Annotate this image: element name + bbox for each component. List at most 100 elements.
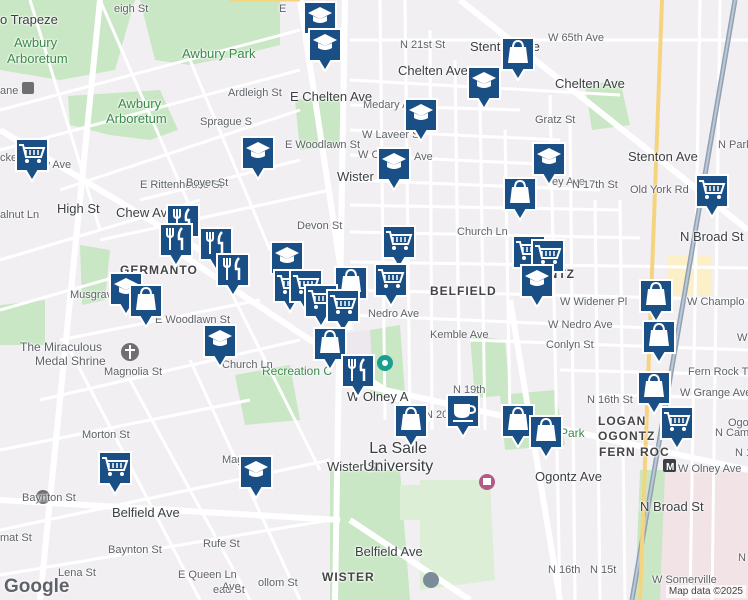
store-marker[interactable] <box>500 36 536 82</box>
university-line2: University <box>363 458 434 475</box>
school-icon <box>520 264 554 309</box>
map-label-awbury-arb-4: Arboretum <box>106 111 167 126</box>
grocery-marker[interactable] <box>14 137 50 183</box>
map-label-ave-1: Ave <box>222 581 241 593</box>
store-icon <box>394 404 428 449</box>
shrine-line1: The Miraculous <box>20 340 103 354</box>
store-icon <box>503 177 537 222</box>
map-label-w-grange: W Grange Ave <box>680 387 748 399</box>
map-label-fern-rock-st: Fern Rock T <box>688 366 748 378</box>
map[interactable]: M o Trapeze Awbury Arboretum Awbury Park Awb… <box>0 0 748 600</box>
grocery-marker[interactable] <box>97 450 133 496</box>
map-label-boyer: Boyer St <box>186 177 229 189</box>
map-label-e-woodlawn: E Woodlawn St <box>285 139 361 151</box>
map-label-bayntn: Baynton St <box>22 492 76 504</box>
map-label-ane: ane <box>0 85 19 97</box>
google-logo: Google <box>4 576 70 597</box>
grocery-marker[interactable] <box>659 405 695 451</box>
map-label-ogontz-lbl: Ogo <box>728 417 748 429</box>
map-label-magnolia: Magnolia St <box>104 366 163 378</box>
shrine-line2: Medal Shrine <box>35 354 106 368</box>
store-marker[interactable] <box>638 278 674 324</box>
map-label-bayntn-2: Baynton St <box>108 544 162 556</box>
restaurant-marker[interactable] <box>158 222 194 268</box>
map-label-wister-nb: WISTER <box>322 570 375 584</box>
school-marker[interactable] <box>238 454 274 500</box>
map-label-kemble: Kemble Ave <box>430 329 489 341</box>
cafe-icon <box>446 394 480 439</box>
map-label-conlyn: Conlyn St <box>546 339 594 351</box>
map-label-old-york: Old York Rd <box>630 184 689 196</box>
store-marker[interactable] <box>393 403 429 449</box>
store-marker[interactable] <box>641 319 677 365</box>
school-marker[interactable] <box>202 323 238 369</box>
map-label-trapeze: o Trapeze <box>0 12 58 27</box>
restaurant-marker[interactable] <box>215 252 251 298</box>
map-label-n-15th: N 15t <box>590 564 617 576</box>
school-marker[interactable] <box>307 27 343 73</box>
school-marker[interactable] <box>376 146 412 192</box>
map-label-elgh: eigh St <box>114 3 149 15</box>
map-label-e-chelten: E Chelten Ave <box>290 89 373 104</box>
map-label-belfield-ave-1: Belfield Ave <box>112 505 180 520</box>
map-label-w-ave-edge: W <box>737 332 748 344</box>
map-label-ogontz-fern: OGONTZ <box>598 429 656 443</box>
map-label-awbury-arb-2: Arboretum <box>7 51 68 66</box>
school-icon <box>377 147 411 192</box>
map-label-mat-st: mat St <box>0 532 32 544</box>
map-label-high-st: High St <box>57 201 100 216</box>
map-label-n-16th-2: N 16th <box>548 564 581 576</box>
restaurant-marker[interactable] <box>340 353 376 399</box>
store-icon <box>642 320 676 365</box>
school-icon <box>239 455 273 500</box>
map-label-belfield-ave-2: Belfield Ave <box>355 544 423 559</box>
restaurant-icon <box>341 354 375 399</box>
shrine-label[interactable]: The Miraculous Medal Shrine <box>20 340 106 368</box>
map-label-walnut: alnut Ln <box>0 209 40 221</box>
store-icon <box>529 415 563 460</box>
map-label-w-nedro: W Nedro Ave <box>548 319 613 331</box>
map-label-stenton-ave-2: Stenton Ave <box>628 149 698 164</box>
grocery-icon <box>374 263 408 308</box>
grocery-marker[interactable] <box>694 173 730 219</box>
map-label-awbury-arb-1: Awbury <box>14 35 58 50</box>
grocery-icon <box>98 451 132 496</box>
map-label-sprague: Sprague S <box>200 116 252 128</box>
school-icon <box>404 98 438 143</box>
map-label-devon: Devon St <box>297 220 343 232</box>
map-label-rufe: Rufe St <box>203 538 240 550</box>
map-label-w-champl: W Champlo <box>687 296 745 308</box>
store-marker[interactable] <box>128 283 164 329</box>
map-label-n-camac: N Camac St <box>715 427 748 439</box>
grocery-icon <box>15 138 49 183</box>
store-icon <box>501 37 535 82</box>
grocery-marker[interactable] <box>373 262 409 308</box>
store-marker[interactable] <box>528 414 564 460</box>
school-icon <box>467 66 501 111</box>
map-label-e-queen: E Queen Ln <box>178 569 237 581</box>
grocery-icon <box>695 174 729 219</box>
map-label-n-broad: N Broad St <box>680 229 744 244</box>
map-label-belfield: BELFIELD <box>430 284 497 298</box>
svg-text:M: M <box>666 462 674 473</box>
map-label-nedro: Nedro Ave <box>368 308 420 320</box>
map-label-e-ave: E <box>279 3 287 15</box>
cafe-marker[interactable] <box>445 393 481 439</box>
map-label-logan: LOGAN <box>598 414 647 428</box>
map-label-w-65th: W 65th Ave <box>548 32 605 44</box>
school-marker[interactable] <box>240 135 276 181</box>
grocery-icon <box>660 406 694 451</box>
map-label-n-park: N Park Ave <box>718 139 748 151</box>
store-marker[interactable] <box>502 176 538 222</box>
map-label-n-21st: N 21st St <box>400 39 446 51</box>
map-label-church-ln: Church Ln <box>457 226 508 238</box>
store-icon <box>639 279 673 324</box>
school-icon <box>203 324 237 369</box>
map-label-awbury-park: Awbury Park <box>182 46 256 61</box>
map-label-chelten-ave: Chelten Ave <box>398 63 468 78</box>
map-attribution[interactable]: Map data ©2025 <box>665 585 746 598</box>
school-marker[interactable] <box>519 263 555 309</box>
map-label-gratz: Gratz St <box>535 114 576 126</box>
school-marker[interactable] <box>403 97 439 143</box>
school-marker[interactable] <box>466 65 502 111</box>
